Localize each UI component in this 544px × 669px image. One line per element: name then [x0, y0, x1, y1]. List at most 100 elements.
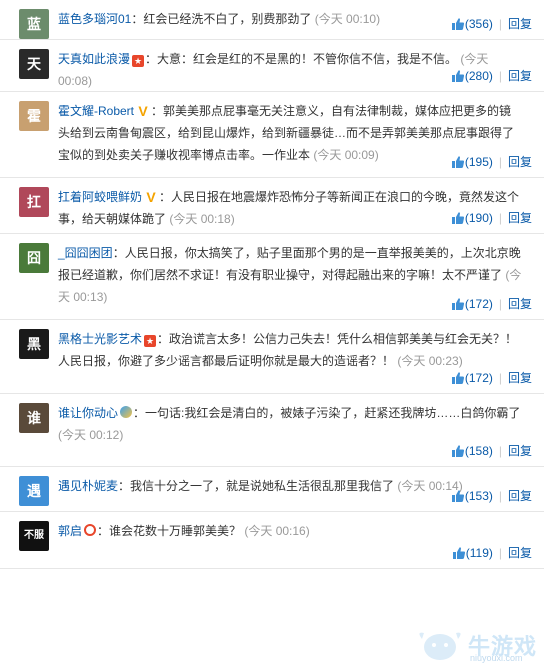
star-badge-icon: ★ [132, 55, 145, 67]
username-link[interactable]: 郭启 [58, 524, 82, 538]
username-link[interactable]: 谁让你动心 [58, 406, 118, 420]
thumbs-up-icon [451, 18, 464, 30]
thumbs-up-icon [451, 70, 464, 82]
like-button[interactable]: (158) [451, 442, 493, 460]
v-verified-icon: V [138, 103, 148, 119]
avatar[interactable]: 霍 [19, 101, 49, 131]
comment-text: ：谁会花数十万睡郭美美？ [97, 524, 242, 538]
username-link[interactable]: 霍文耀-Robert [58, 104, 134, 118]
thumbs-up-icon [451, 156, 464, 168]
like-button[interactable]: (356) [451, 15, 493, 33]
v-verified-icon: V [146, 189, 156, 205]
reply-button[interactable]: 回复 [508, 546, 532, 560]
username-link[interactable]: 遇见朴妮麦 [58, 479, 118, 493]
reply-button[interactable]: 回复 [508, 211, 532, 225]
comment-actions: (356) | 回复 [451, 15, 532, 33]
comment-item: 蓝 蓝色多瑙河01：红会已经洗不白了，别费那劲了 (今天 00:10) (356… [0, 0, 544, 40]
action-divider: | [498, 17, 502, 31]
like-button[interactable]: (172) [451, 295, 493, 313]
like-button[interactable]: (153) [451, 487, 493, 505]
reply-button[interactable]: 回复 [508, 155, 532, 169]
reply-button[interactable]: 回复 [508, 371, 532, 385]
like-button[interactable]: (119) [452, 544, 493, 562]
comment-text: ：红会已经洗不白了，别费那劲了 [131, 12, 312, 26]
like-count: (280) [464, 69, 493, 83]
avatar[interactable]: 蓝 [19, 9, 49, 39]
thumbs-up-icon [451, 372, 464, 384]
avatar-image: 遇 [27, 483, 41, 499]
star-badge-icon: ★ [144, 335, 157, 347]
comment-content: 谁让你动心 ：一句话:我红会是清白的，被婊子污染了，赶紧还我牌坊……白鸽你霸了 (… [58, 402, 522, 446]
avatar-image: 谁 [27, 410, 41, 426]
avatar-image: 不服 [24, 530, 44, 541]
bulb-badge-icon [120, 406, 133, 418]
comment-item: 天 天真如此浪漫 ★ ：大意：红会是红的不是黑的！不管你信不信，我是不信。 (今天 … [0, 40, 544, 92]
avatar-image: 囧 [27, 250, 41, 266]
username-link[interactable]: 黑格士光影艺术 [58, 332, 142, 346]
reply-button[interactable]: 回复 [508, 17, 532, 31]
comment-actions: (190) | 回复 [451, 209, 532, 227]
watermark-subtext: niuyouxi.com [470, 653, 523, 663]
avatar[interactable]: 不服 [19, 521, 49, 551]
avatar-image: 蓝 [27, 16, 41, 32]
comment-text: ：大意：红会是红的不是黑的！不管你信不信，我是不信。 [145, 52, 458, 66]
reply-button[interactable]: 回复 [508, 489, 532, 503]
comment-item: 黑 黑格士光影艺术 ★ ：政治谎言太多！公信力己失去！凭什么相信郭美美与红会无关？！… [0, 320, 544, 394]
comment-actions: (153) | 回复 [451, 487, 532, 505]
comment-time: (今天 00:12) [58, 428, 124, 442]
avatar[interactable]: 天 [19, 49, 49, 79]
thumbs-up-icon [451, 445, 464, 457]
action-divider: | [498, 155, 502, 169]
action-divider: | [498, 69, 502, 83]
username-link[interactable]: _囧囧困团 [58, 246, 113, 260]
thumbs-up-icon [451, 490, 464, 502]
comment-time: (今天 00:16) [244, 524, 310, 538]
comment-actions: (158) | 回复 [451, 442, 532, 460]
avatar[interactable]: 谁 [19, 403, 49, 433]
comment-content: 黑格士光影艺术 ★ ：政治谎言太多！公信力己失去！凭什么相信郭美美与红会无关？！人民… [58, 328, 522, 372]
comment-content: 郭启 ：谁会花数十万睡郭美美？ (今天 00:16) [58, 520, 522, 542]
action-divider: | [498, 297, 502, 311]
like-count: (158) [464, 444, 493, 458]
thumbs-up-icon [451, 298, 464, 310]
like-count: (119) [465, 546, 493, 560]
comment-item: 霍 霍文耀-Robert V ：郭美美那点屁事毫无关注意义，自有法律制裁，媒体应把更… [0, 92, 544, 178]
like-button[interactable]: (172) [451, 369, 493, 387]
comment-item: 谁 谁让你动心 ：一句话:我红会是清白的，被婊子污染了，赶紧还我牌坊……白鸽你霸了… [0, 394, 544, 467]
comment-item: 扛 扛着阿蛟喂鲜奶 V ：人民日报在地震爆炸恐怖分子等新闻正在浪口的今晚，竟然发这个… [0, 178, 544, 234]
avatar[interactable]: 囧 [19, 243, 49, 273]
avatar-image: 扛 [27, 194, 41, 210]
comment-time: (今天 00:23) [397, 354, 463, 368]
comment-time: (今天 00:10) [314, 12, 381, 26]
comment-text: ：我信十分之一了，就是说她私生活很乱那里我信了 [118, 479, 395, 493]
like-count: (172) [464, 371, 493, 385]
avatar[interactable]: 黑 [19, 329, 49, 359]
reply-button[interactable]: 回复 [508, 297, 532, 311]
comment-text: ：一句话:我红会是清白的，被婊子污染了，赶紧还我牌坊……白鸽你霸了 [133, 406, 521, 420]
like-button[interactable]: (280) [451, 67, 493, 85]
site-watermark: 牛游戏 niuyouxi.com [414, 625, 540, 665]
action-divider: | [498, 546, 502, 560]
thumbs-up-icon [452, 547, 465, 559]
username-link[interactable]: 扛着阿蛟喂鲜奶 [58, 190, 142, 204]
avatar-image: 黑 [27, 336, 41, 352]
comment-item: 遇 遇见朴妮麦：我信十分之一了，就是说她私生活很乱那里我信了 (今天 00:14… [0, 467, 544, 512]
like-button[interactable]: (190) [451, 209, 493, 227]
like-button[interactable]: (195) [451, 153, 493, 171]
comment-item: 囧 _囧囧困团：人民日报，你太搞笑了，贴子里面那个男的是一直举报美美的，上次北京… [0, 234, 544, 320]
comment-actions: (195) | 回复 [451, 153, 532, 171]
cow-logo-icon [419, 632, 461, 660]
thumbs-up-icon [451, 212, 464, 224]
reply-button[interactable]: 回复 [508, 444, 532, 458]
avatar[interactable]: 遇 [19, 476, 49, 506]
ring-badge-icon [84, 524, 97, 536]
username-link[interactable]: 天真如此浪漫 [58, 52, 130, 66]
reply-button[interactable]: 回复 [508, 69, 532, 83]
like-count: (195) [464, 155, 493, 169]
avatar[interactable]: 扛 [19, 187, 49, 217]
comment-time: (今天 00:18) [169, 212, 235, 226]
comment-list: 蓝 蓝色多瑙河01：红会已经洗不白了，别费那劲了 (今天 00:10) (356… [0, 0, 544, 569]
comment-actions: (172) | 回复 [451, 295, 532, 313]
username-link[interactable]: 蓝色多瑙河01 [58, 12, 131, 26]
like-count: (190) [464, 211, 493, 225]
